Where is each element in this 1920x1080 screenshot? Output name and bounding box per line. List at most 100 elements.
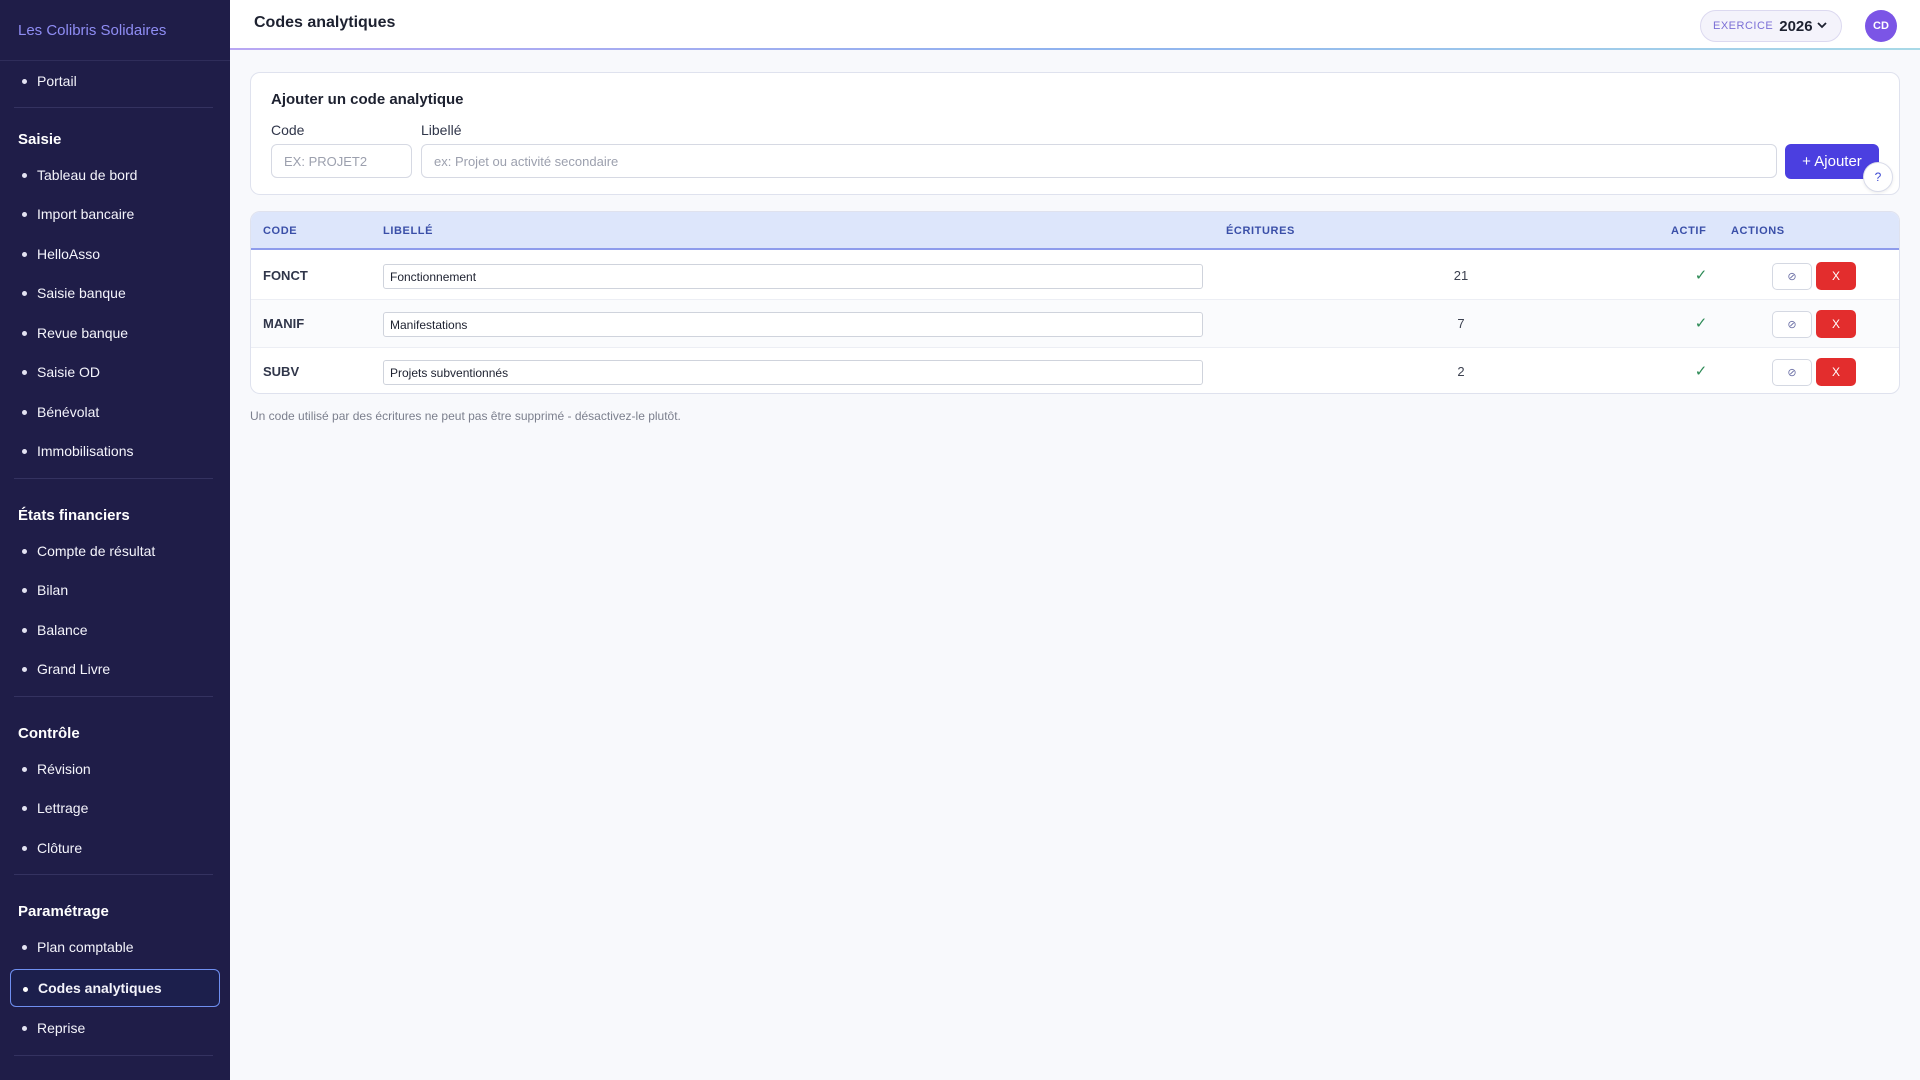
column-header-actions: ACTIONS (1731, 225, 1785, 237)
card-title: Ajouter un code analytique (271, 91, 464, 108)
sidebar-item-revue-banque[interactable]: Revue banque (10, 314, 220, 352)
sidebar-item-tableau-de-bord[interactable]: Tableau de bord (10, 156, 220, 194)
bullet-icon (22, 628, 27, 633)
sidebar-item-label: Revue banque (37, 325, 129, 341)
libelle-input[interactable] (421, 144, 1777, 178)
bullet-icon (22, 846, 27, 851)
bullet-icon (22, 331, 27, 336)
delete-button[interactable]: X (1816, 310, 1856, 338)
bullet-icon (22, 252, 27, 257)
sidebar-item-label: Immobilisations (37, 443, 134, 459)
sidebar-item-plan-comptable[interactable]: Plan comptable (10, 928, 220, 966)
page-title: Codes analytiques (254, 14, 396, 31)
sidebar-item-label: Balance (37, 622, 88, 638)
bullet-icon (23, 987, 28, 992)
sidebar-item-label: Saisie OD (37, 364, 101, 380)
sidebar-item-saisie-od[interactable]: Saisie OD (10, 353, 220, 391)
active-check-icon: ✓ (1694, 363, 1708, 380)
bullet-icon (22, 667, 27, 672)
row-ecritures-count: 2 (1457, 364, 1465, 379)
bullet-icon (22, 549, 27, 554)
column-header-libelle: LIBELLÉ (383, 225, 434, 237)
add-code-card: Ajouter un code analytique Code Libellé … (250, 72, 1900, 195)
row-ecritures-count: 7 (1457, 316, 1465, 331)
exercise-year: 2026 (1779, 17, 1813, 35)
sidebar-item-portail[interactable]: Portail (10, 62, 220, 100)
bullet-icon (22, 173, 27, 178)
sidebar-item-lettrage[interactable]: Lettrage (10, 789, 220, 827)
sidebar-item-revision[interactable]: Révision (10, 750, 220, 788)
sidebar-item-compte-de-resultat[interactable]: Compte de résultat (10, 532, 220, 570)
bullet-icon (22, 370, 27, 375)
active-check-icon: ✓ (1694, 267, 1708, 284)
top-header: Codes analytiques EXERCICE 2026 CD (230, 0, 1920, 50)
section-title-etats-financiers: États financiers (18, 507, 130, 524)
sidebar-item-label: Compte de résultat (37, 543, 156, 559)
deactivate-button[interactable]: ⊘ (1772, 311, 1812, 338)
brand-name[interactable]: Les Colibris Solidaires (0, 0, 230, 61)
bullet-icon (22, 588, 27, 593)
table-header: CODE LIBELLÉ ÉCRITURES ACTIF ACTIONS (251, 212, 1899, 250)
sidebar-divider (14, 107, 213, 108)
table-row: SUBV 2 ✓ ⊘ X (251, 348, 1899, 393)
sidebar-item-helloasso[interactable]: HelloAsso (10, 235, 220, 273)
sidebar-item-label: Tableau de bord (37, 167, 138, 183)
section-title-parametrage: Paramétrage (18, 903, 109, 920)
libelle-label: Libellé (421, 122, 462, 138)
sidebar-item-label: Clôture (37, 840, 83, 856)
delete-button[interactable]: X (1816, 262, 1856, 290)
row-libelle-input[interactable] (383, 360, 1203, 385)
row-code: MANIF (263, 316, 305, 331)
sidebar-item-label: Import bancaire (37, 206, 135, 222)
sidebar: Les Colibris Solidaires Portail Saisie T… (0, 0, 230, 1080)
avatar[interactable]: CD (1865, 10, 1897, 42)
sidebar-item-label: HelloAsso (37, 246, 101, 262)
deactivate-button[interactable]: ⊘ (1772, 263, 1812, 290)
codes-table: CODE LIBELLÉ ÉCRITURES ACTIF ACTIONS FON… (250, 211, 1900, 394)
bullet-icon (22, 79, 27, 84)
sidebar-divider (14, 1055, 213, 1056)
bullet-icon (22, 1026, 27, 1031)
column-header-actif: ACTIF (1671, 225, 1707, 237)
sidebar-item-bilan[interactable]: Bilan (10, 571, 220, 609)
row-libelle-input[interactable] (383, 264, 1203, 289)
sidebar-item-label: Grand Livre (37, 661, 111, 677)
exercise-label: EXERCICE (1713, 20, 1774, 32)
exercise-selector[interactable]: EXERCICE 2026 (1700, 10, 1842, 42)
bullet-icon (22, 806, 27, 811)
sidebar-item-label: Bilan (37, 582, 69, 598)
sidebar-item-label: Portail (37, 73, 77, 89)
section-title-controle: Contrôle (18, 725, 80, 742)
section-title-saisie: Saisie (18, 131, 62, 148)
sidebar-item-balance[interactable]: Balance (10, 611, 220, 649)
sidebar-item-label: Révision (37, 761, 91, 777)
code-input[interactable] (271, 144, 412, 178)
code-label: Code (271, 122, 305, 138)
bullet-icon (22, 410, 27, 415)
sidebar-item-cloture[interactable]: Clôture (10, 829, 220, 867)
help-icon[interactable]: ? (1863, 162, 1893, 192)
sidebar-item-label: Codes analytiques (38, 980, 162, 996)
column-header-ecritures: ÉCRITURES (1226, 225, 1295, 237)
sidebar-divider (14, 874, 213, 875)
sidebar-item-immobilisations[interactable]: Immobilisations (10, 432, 220, 470)
sidebar-item-saisie-banque[interactable]: Saisie banque (10, 274, 220, 312)
sidebar-divider (14, 696, 213, 697)
sidebar-item-reprise[interactable]: Reprise (10, 1009, 220, 1047)
active-check-icon: ✓ (1694, 315, 1708, 332)
sidebar-divider (14, 478, 213, 479)
bullet-icon (22, 945, 27, 950)
deactivate-button[interactable]: ⊘ (1772, 359, 1812, 386)
sidebar-item-codes-analytiques[interactable]: Codes analytiques (10, 969, 220, 1007)
sidebar-item-grand-livre[interactable]: Grand Livre (10, 650, 220, 688)
row-code: SUBV (263, 364, 300, 379)
sidebar-item-label: Lettrage (37, 800, 89, 816)
bullet-icon (22, 212, 27, 217)
column-header-code: CODE (263, 225, 298, 237)
sidebar-item-benevolat[interactable]: Bénévolat (10, 393, 220, 431)
delete-button[interactable]: X (1816, 358, 1856, 386)
sidebar-item-import-bancaire[interactable]: Import bancaire (10, 195, 220, 233)
sidebar-item-label: Bénévolat (37, 404, 100, 420)
sidebar-item-label: Plan comptable (37, 939, 134, 955)
row-libelle-input[interactable] (383, 312, 1203, 337)
